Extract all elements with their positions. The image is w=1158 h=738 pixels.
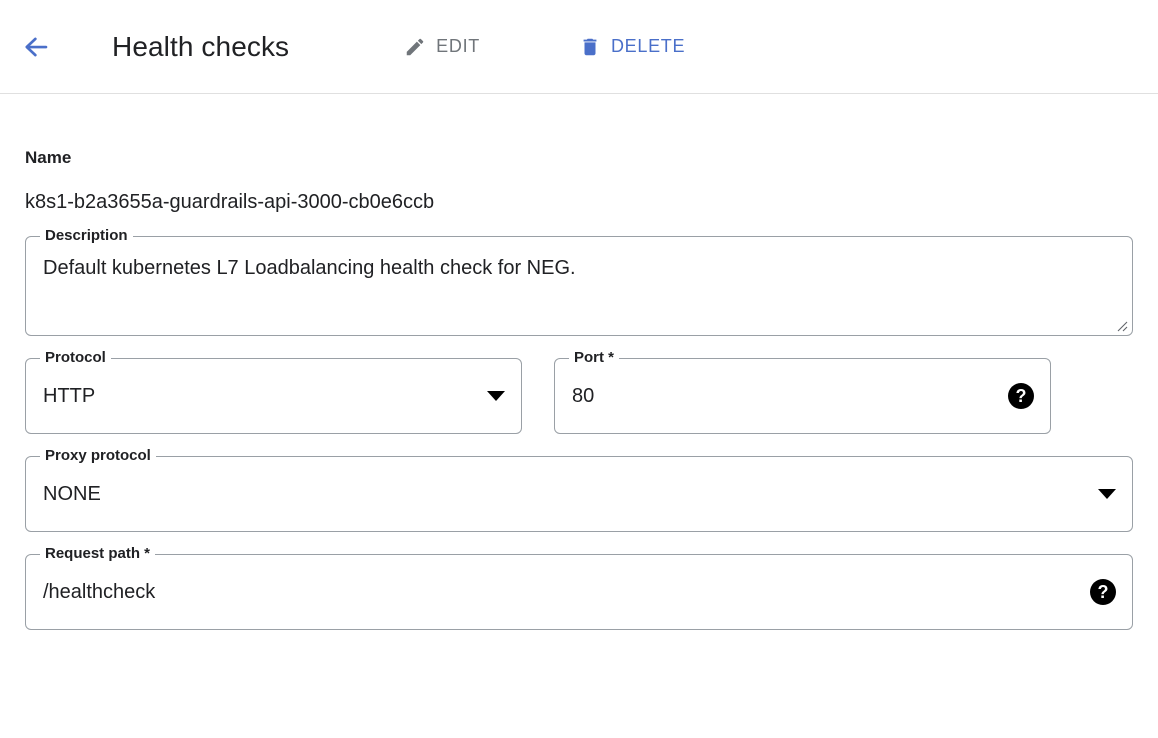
trash-icon — [579, 36, 601, 58]
protocol-field[interactable]: Protocol HTTP — [25, 350, 522, 434]
chevron-down-icon[interactable] — [487, 391, 505, 401]
port-label: Port * — [569, 350, 620, 365]
edit-button[interactable]: EDIT — [396, 28, 488, 66]
page-title: Health checks — [112, 30, 290, 62]
request-path-value[interactable]: /healthcheck — [43, 581, 1078, 604]
request-path-label: Request path * — [40, 546, 156, 561]
back-button[interactable] — [14, 25, 58, 69]
proxy-protocol-label: Proxy protocol — [40, 448, 156, 463]
edit-button-label: EDIT — [436, 36, 480, 56]
description-field[interactable]: Description Default kubernetes L7 Loadba… — [25, 228, 1133, 336]
arrow-left-icon — [21, 32, 51, 62]
port-field[interactable]: Port * 80 ? — [554, 350, 1051, 434]
help-icon[interactable]: ? — [1008, 383, 1034, 409]
page-header: Health checks EDIT DELETE — [0, 0, 1158, 94]
details-panel: Name k8s1-b2a3655a-guardrails-api-3000-c… — [0, 149, 1158, 630]
proxy-protocol-field[interactable]: Proxy protocol NONE — [25, 448, 1133, 532]
description-value[interactable]: Default kubernetes L7 Loadbalancing heal… — [43, 257, 1116, 280]
protocol-label: Protocol — [40, 350, 111, 365]
name-value: k8s1-b2a3655a-guardrails-api-3000-cb0e6c… — [25, 191, 435, 213]
description-label: Description — [40, 228, 133, 243]
pencil-icon — [404, 36, 426, 58]
port-value[interactable]: 80 — [572, 385, 996, 408]
header-actions: EDIT DELETE — [396, 28, 693, 66]
request-path-field[interactable]: Request path * /healthcheck ? — [25, 546, 1133, 630]
protocol-value: HTTP — [43, 384, 96, 407]
name-label: Name — [25, 148, 72, 167]
resize-grip-icon[interactable] — [1112, 316, 1128, 332]
delete-button[interactable]: DELETE — [571, 28, 693, 66]
chevron-down-icon[interactable] — [1098, 489, 1116, 499]
protocol-port-row: Protocol HTTP Port * 80 ? — [25, 350, 1133, 434]
help-icon[interactable]: ? — [1090, 579, 1116, 605]
proxy-protocol-value: NONE — [43, 482, 101, 505]
delete-button-label: DELETE — [610, 36, 686, 56]
